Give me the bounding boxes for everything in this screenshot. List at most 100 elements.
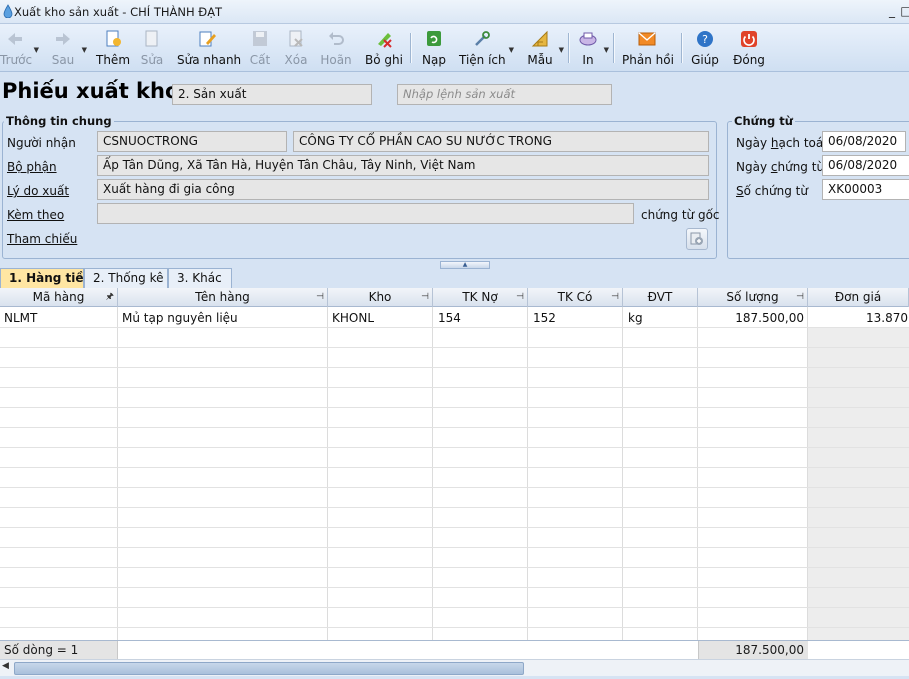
col-header-debit[interactable]: TK Nợ ⊣ [433,288,528,307]
receiver-code-field[interactable]: CSNUOCTRONG [97,131,287,152]
grid-row-line [0,427,909,428]
edit-button[interactable]: Sửa [138,28,166,68]
cell-qty[interactable]: 187.500,00 [700,311,804,325]
app-icon [3,4,13,18]
posting-date-field[interactable]: 06/08/2020 [822,131,906,152]
cell-unit[interactable]: kg [628,311,643,325]
voucher-type-select[interactable]: 2. Sản xuất [172,84,372,105]
undo-icon [329,32,344,45]
tab-statistics[interactable]: 2. Thống kê [84,268,168,288]
grid-vline [117,307,118,640]
page-title: Phiếu xuất kho [2,79,180,103]
arrow-left-icon [8,33,22,45]
pin-icon[interactable]: 🖈 [106,288,114,306]
unpost-button[interactable]: Bỏ ghi [364,28,404,68]
pin-icon[interactable]: ⊣ [611,288,619,306]
edit-doc-icon [145,30,158,47]
grid-footer: Số dòng = 1 187.500,00 [0,640,909,660]
col-header-warehouse[interactable]: Kho ⊣ [328,288,433,307]
col-header-credit[interactable]: TK Có ⊣ [528,288,623,307]
production-order-input[interactable]: Nhập lệnh sản xuất [397,84,612,105]
toolbar-separator [410,33,411,63]
window-title: Xuất kho sản xuất - CHÍ THÀNH ĐẠT [14,5,223,19]
close-button[interactable]: Đóng [732,28,766,68]
col-header-code[interactable]: Mã hàng 🖈 [0,288,118,307]
grid-row-line [0,487,909,488]
attach-field[interactable] [97,203,634,224]
template-icon [531,30,548,47]
reload-icon [427,31,441,46]
col-header-price[interactable]: Đơn giá [808,288,909,307]
prev-button[interactable]: Trước ▼ [0,28,39,68]
horizontal-scrollbar[interactable]: ◀ [0,659,909,676]
cell-name[interactable]: Mủ tạp nguyên liệu [122,311,238,325]
unpost-icon [378,33,392,48]
receiver-name-field[interactable]: CÔNG TY CỔ PHẦN CAO SU NƯỚC TRONG [293,131,709,152]
undo-button[interactable]: Hoãn [319,28,353,68]
grid-row-line [0,607,909,608]
col-header-unit[interactable]: ĐVT [623,288,698,307]
cell-debit[interactable]: 154 [438,311,461,325]
mail-icon [638,32,656,46]
maximize-button[interactable]: □ [899,2,909,20]
grid-vline [697,307,698,640]
posting-date-label: Ngày hạch toán [736,136,831,150]
print-button[interactable]: In ▼ [576,28,609,68]
cell-code[interactable]: NLMT [4,311,37,325]
delete-button[interactable]: Xóa [282,28,310,68]
department-field[interactable]: Ấp Tân Dũng, Xã Tân Hà, Huyện Tân Châu, … [97,155,709,176]
grid-row-line [0,507,909,508]
prev-dropdown-icon[interactable]: ▼ [34,46,39,54]
collapse-handle[interactable]: ▲ [440,261,490,269]
col-header-qty[interactable]: Số lượng ⊣ [698,288,808,307]
voucher-date-field[interactable]: 06/08/2020 [822,155,909,176]
tab-goods-money[interactable]: 1. Hàng tiền [0,268,92,288]
cell-warehouse[interactable]: KHONL [332,311,374,325]
print-dropdown-icon[interactable]: ▼ [604,46,609,54]
grid-row-line [0,527,909,528]
general-info-title: Thông tin chung [4,114,114,128]
scroll-left-icon[interactable]: ◀ [2,661,9,671]
grid-row-line [0,567,909,568]
template-dropdown-icon[interactable]: ▼ [559,46,564,54]
pin-icon[interactable]: ⊣ [316,288,324,306]
utilities-button[interactable]: Tiện ích ▼ [459,28,514,68]
col-header-name[interactable]: Tên hàng ⊣ [118,288,328,307]
reason-field[interactable]: Xuất hàng đi gia công [97,179,709,200]
grid-vline [807,307,808,640]
grid-row-line [0,547,909,548]
next-dropdown-icon[interactable]: ▼ [82,46,87,54]
reference-button[interactable] [686,228,708,250]
tab-other[interactable]: 3. Khác [168,268,232,288]
voucher-group-title: Chứng từ [732,114,795,128]
pin-icon[interactable]: ⊣ [421,288,429,306]
receiver-label: Người nhận [7,136,76,150]
title-bar: Xuất kho sản xuất - CHÍ THÀNH ĐẠT _ □ [0,0,909,24]
original-docs-label: chứng từ gốc [641,208,720,222]
utilities-dropdown-icon[interactable]: ▼ [509,46,514,54]
quick-edit-button[interactable]: Sửa nhanh [177,28,241,68]
template-button[interactable]: Mẫu ▼ [525,28,564,68]
cell-price[interactable]: 13.870,00 [866,311,909,325]
help-button[interactable]: ? Giúp [690,28,720,68]
grid-vline [622,307,623,640]
print-icon [579,32,597,46]
feedback-button[interactable]: Phản hồi [622,28,674,68]
pin-icon[interactable]: ⊣ [516,288,524,306]
svg-text:?: ? [702,33,708,46]
add-button[interactable]: Thêm [96,28,130,68]
save-icon [253,31,267,46]
price-column-shade [807,327,909,640]
reload-button[interactable]: Nạp [419,28,449,68]
attach-icon [690,232,703,245]
voucher-no-label: Số chứng từ [736,184,808,198]
detail-grid[interactable]: Mã hàng 🖈 Tên hàng ⊣ Kho ⊣ TK Nợ ⊣ TK Có ⊣ ĐV… [0,288,909,640]
minimize-button[interactable]: _ [885,2,899,20]
voucher-no-field[interactable]: XK00003 [822,179,909,200]
next-button[interactable]: Sau ▼ [48,28,87,68]
grid-vline [527,307,528,640]
cell-credit[interactable]: 152 [533,311,556,325]
pin-icon[interactable]: ⊣ [796,288,804,306]
save-button[interactable]: Cất [247,28,273,68]
scrollbar-thumb[interactable] [14,662,524,675]
